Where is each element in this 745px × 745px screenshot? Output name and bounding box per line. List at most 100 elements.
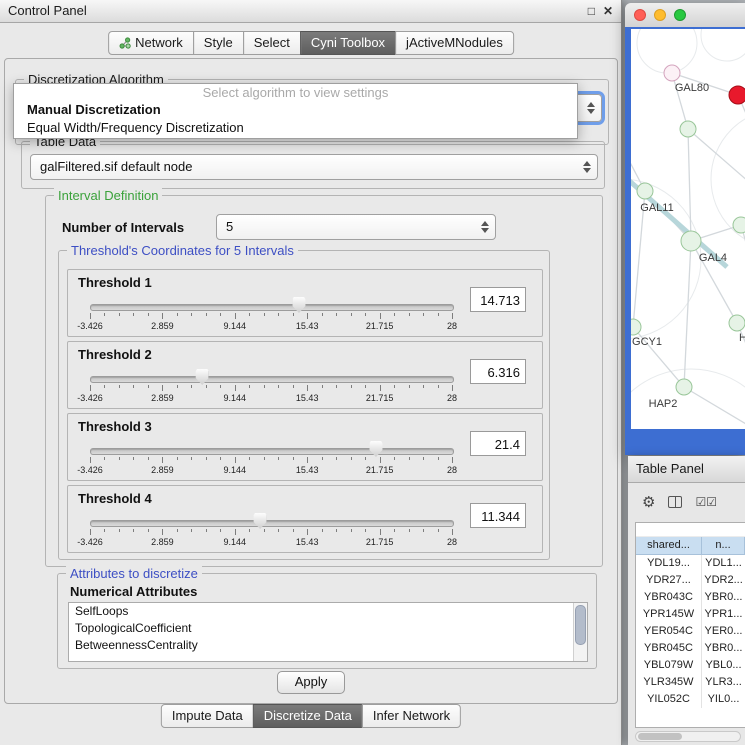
table-cell: YIL052C: [636, 691, 702, 708]
table-hscrollbar-thumb[interactable]: [638, 733, 682, 740]
network-edge[interactable]: [741, 225, 745, 289]
scale-label: 9.144: [224, 465, 247, 475]
minimize-traffic-icon[interactable]: [654, 9, 666, 21]
tab-infer-network[interactable]: Infer Network: [362, 704, 461, 728]
select-columns-icon[interactable]: ☑☑: [695, 495, 717, 509]
attribute-item-topologicalcoefficient[interactable]: TopologicalCoefficient: [69, 620, 587, 637]
node-label-gal4: GAL4: [699, 252, 727, 264]
network-canvas[interactable]: GAL80GAL11GAL4GCY1HHAP2: [631, 29, 745, 429]
attribute-item-selfloops[interactable]: SelfLoops: [69, 603, 587, 620]
threshold-1-row: Threshold 1-3.4262.8599.14415.4321.71528…: [67, 269, 543, 337]
network-node-gcy1[interactable]: [631, 319, 641, 335]
tab-style[interactable]: Style: [193, 31, 244, 55]
table-hscrollbar[interactable]: [635, 731, 741, 742]
table-panel-titlebar: Table Panel: [628, 456, 745, 483]
table-row[interactable]: YDL19...YDL1...: [636, 555, 745, 572]
slider-track[interactable]: [90, 376, 454, 383]
table-cell: YDR27...: [636, 572, 702, 589]
attributes-group-title: Attributes to discretize: [66, 566, 202, 581]
table-row[interactable]: YER054CYER0...: [636, 623, 745, 640]
threshold-3-row: Threshold 3-3.4262.8599.14415.4321.71528…: [67, 413, 543, 481]
table-cell: YBR045C: [636, 640, 702, 657]
table-cell: YDL1...: [702, 555, 745, 572]
slider-track[interactable]: [90, 448, 454, 455]
threshold-value-field[interactable]: 11.344: [470, 503, 526, 528]
network-node-gal11[interactable]: [637, 183, 653, 199]
combo-arrows-icon: [481, 221, 490, 233]
attributes-scrollbar[interactable]: [573, 603, 587, 661]
scale-label: 9.144: [224, 321, 247, 331]
scale-label: 28: [447, 465, 457, 475]
tab-select[interactable]: Select: [243, 31, 301, 55]
tab-label: Style: [204, 32, 233, 54]
table-cell: YIL0...: [702, 691, 745, 708]
table-cell: YER0...: [702, 623, 745, 640]
network-edge[interactable]: [684, 387, 745, 427]
table-row[interactable]: YLR345WYLR3...: [636, 674, 745, 691]
network-edge[interactable]: [684, 241, 691, 387]
network-node[interactable]: [733, 217, 745, 233]
apply-button[interactable]: Apply: [277, 671, 345, 694]
scale-label: -3.426: [77, 465, 103, 475]
float-window-icon[interactable]: □: [588, 0, 595, 22]
dropdown-item-manual-discretization[interactable]: Manual Discretization: [14, 101, 577, 119]
numerical-attributes-list[interactable]: SelfLoopsTopologicalCoefficientBetweenne…: [68, 602, 588, 662]
table-data-select[interactable]: galFiltered.sif default node: [30, 154, 598, 180]
network-icon: [119, 37, 131, 49]
tab-network[interactable]: Network: [108, 31, 194, 55]
table-row[interactable]: YDR27...YDR2...: [636, 572, 745, 589]
table-row[interactable]: YBL079WYBL0...: [636, 657, 745, 674]
threshold-label: Threshold 1: [78, 275, 152, 290]
tab-cyni-toolbox[interactable]: Cyni Toolbox: [300, 31, 396, 55]
threshold-value-field[interactable]: 21.4: [470, 431, 526, 456]
close-traffic-icon[interactable]: [634, 9, 646, 21]
window-title: Control Panel: [8, 0, 87, 22]
network-node[interactable]: [680, 121, 696, 137]
slider-ticks: [90, 385, 452, 392]
scale-label: 2.859: [151, 465, 174, 475]
scale-label: 15.43: [296, 465, 319, 475]
zoom-traffic-icon[interactable]: [674, 9, 686, 21]
scale-label: 2.859: [151, 393, 174, 403]
attribute-item-betweennesscentrality[interactable]: BetweennessCentrality: [69, 637, 587, 654]
slider-track[interactable]: [90, 304, 454, 311]
threshold-value-field[interactable]: 14.713: [470, 287, 526, 312]
tab-discretize-data[interactable]: Discretize Data: [253, 704, 363, 728]
column-header-2[interactable]: n...: [702, 537, 745, 555]
tab-impute-data[interactable]: Impute Data: [161, 704, 254, 728]
network-edge[interactable]: [688, 129, 691, 241]
network-edge[interactable]: [688, 129, 745, 189]
scale-label: -3.426: [77, 393, 103, 403]
network-node-hap2[interactable]: [676, 379, 692, 395]
table-row[interactable]: YBR043CYBR0...: [636, 589, 745, 606]
scale-label: -3.426: [77, 321, 103, 331]
thresholds-group: Threshold's Coordinates for 5 Intervals …: [58, 250, 550, 560]
columns-icon[interactable]: [668, 496, 682, 508]
number-of-intervals-select[interactable]: 5: [216, 214, 496, 240]
network-node-h[interactable]: [729, 315, 745, 331]
threshold-value-field[interactable]: 6.316: [470, 359, 526, 384]
network-node-gal80[interactable]: [664, 65, 680, 81]
network-node[interactable]: [729, 86, 745, 104]
numerical-attributes-label: Numerical Attributes: [70, 584, 197, 599]
close-window-icon[interactable]: ✕: [603, 0, 613, 22]
tab-label: Infer Network: [373, 705, 450, 727]
table-row[interactable]: YPR145WYPR1...: [636, 606, 745, 623]
table-corner: [636, 523, 745, 537]
threshold-label: Threshold 3: [78, 419, 152, 434]
table-header-row: shared...n...: [636, 537, 745, 555]
slider-track[interactable]: [90, 520, 454, 527]
column-header-1[interactable]: shared...: [636, 537, 702, 555]
scale-label: 9.144: [224, 537, 247, 547]
dropdown-item-equal-width-frequency-discretization[interactable]: Equal Width/Frequency Discretization: [14, 119, 577, 137]
table-row[interactable]: YIL052CYIL0...: [636, 691, 745, 708]
tab-jactivemnodules[interactable]: jActiveMNodules: [395, 31, 514, 55]
table-cell: YBL079W: [636, 657, 702, 674]
gear-icon[interactable]: ⚙: [642, 495, 655, 510]
table-row[interactable]: YBR045CYBR0...: [636, 640, 745, 657]
node-label-h: H: [739, 332, 745, 344]
tab-label: Select: [254, 32, 290, 54]
dropdown-placeholder: Select algorithm to view settings: [14, 84, 577, 101]
attributes-scrollbar-thumb[interactable]: [575, 605, 586, 645]
network-node-gal4[interactable]: [681, 231, 701, 251]
